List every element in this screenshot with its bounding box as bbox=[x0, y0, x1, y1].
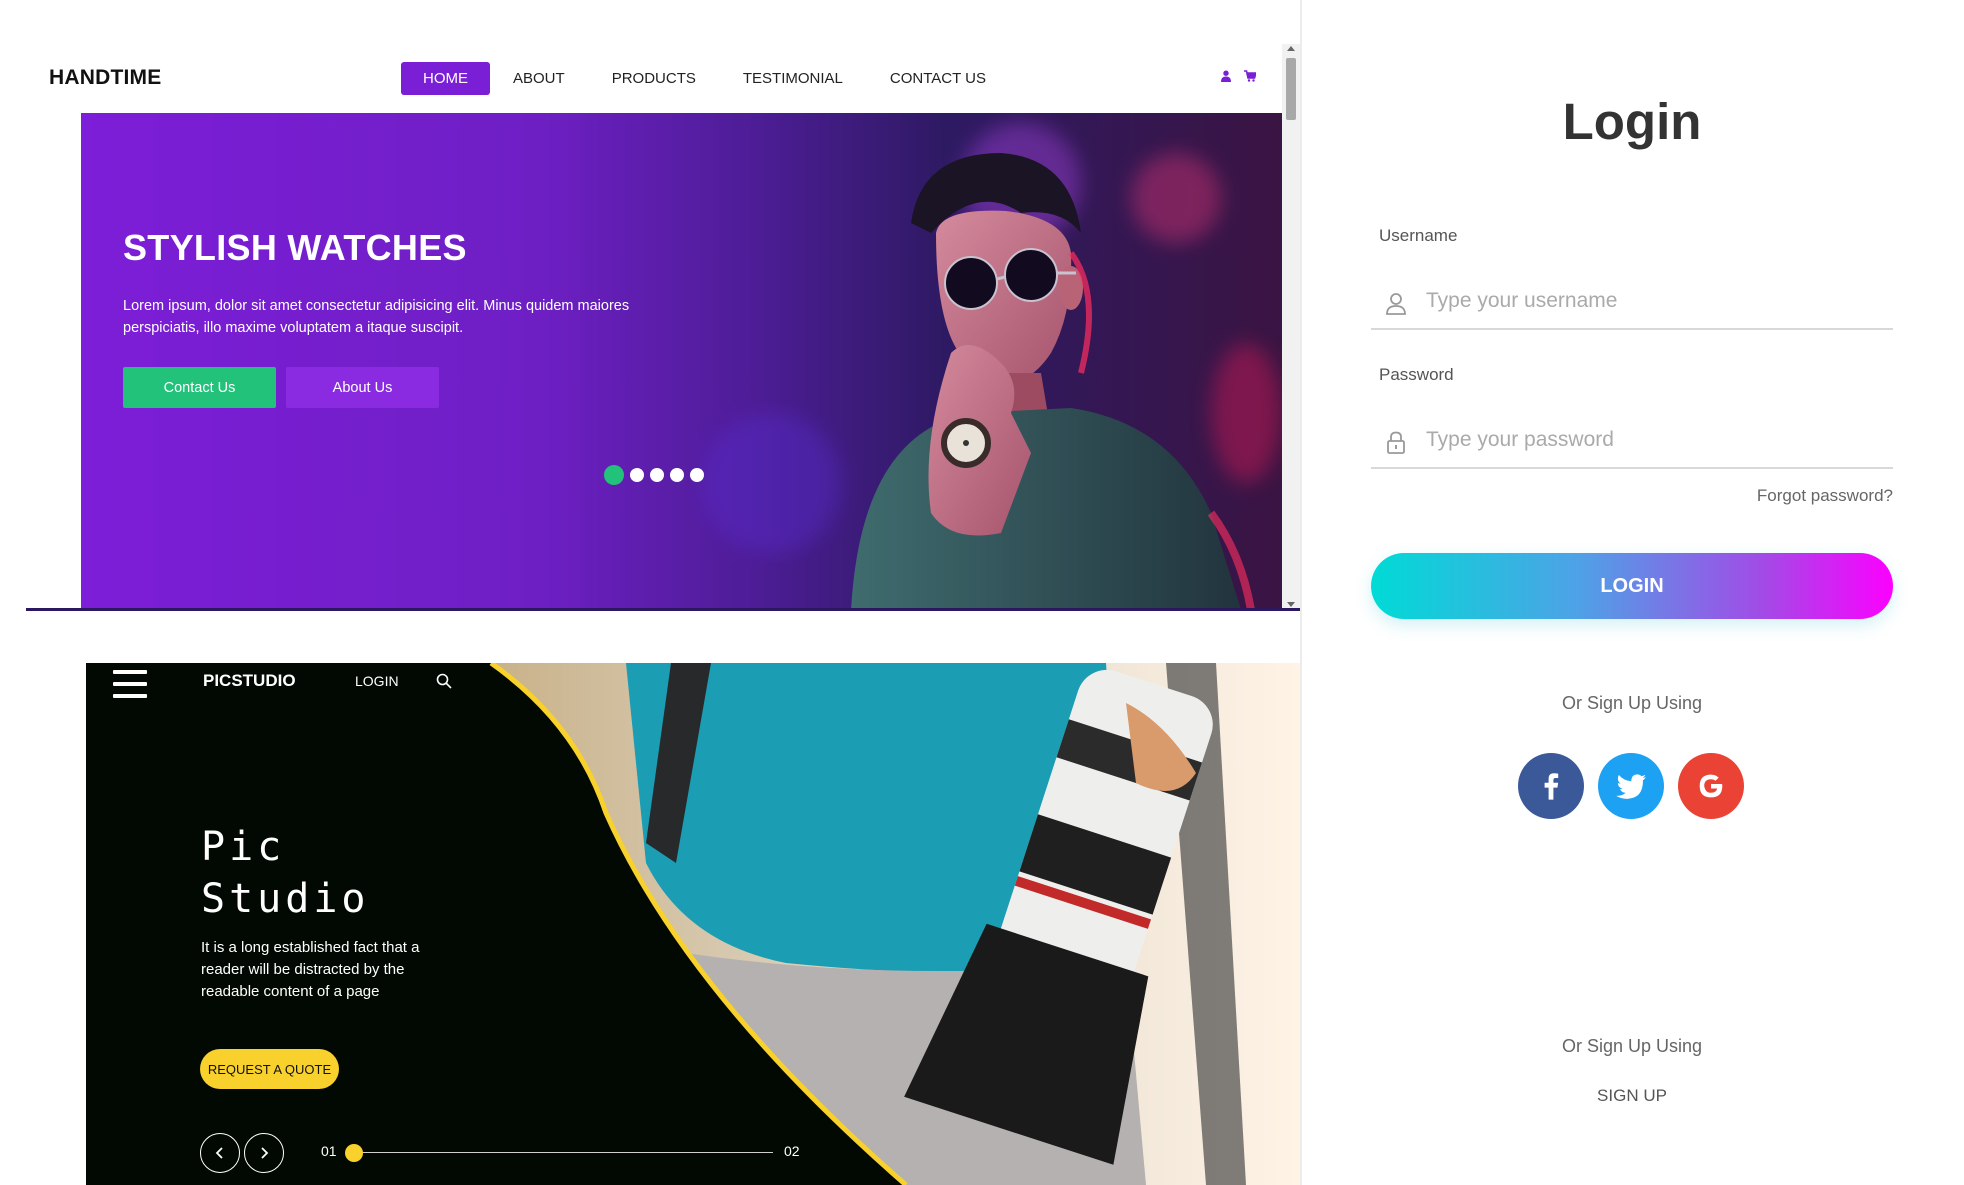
scroll-up-icon[interactable] bbox=[1287, 46, 1295, 51]
username-input[interactable] bbox=[1426, 284, 1866, 318]
picstudio-preview: PICSTUDIO LOGIN Pic Studio It is a long … bbox=[86, 663, 1300, 1185]
slider-dot[interactable] bbox=[650, 468, 664, 482]
slider-dot[interactable] bbox=[604, 465, 624, 485]
prev-slide-button[interactable] bbox=[200, 1133, 240, 1173]
forgot-password-link[interactable]: Forgot password? bbox=[1300, 486, 1893, 506]
username-field-wrapper bbox=[1371, 270, 1893, 330]
user-icon bbox=[1385, 292, 1407, 316]
hero-title: STYLISH WATCHES bbox=[123, 227, 467, 268]
nav-contact[interactable]: CONTACT US bbox=[890, 70, 986, 87]
scrollbar-thumb[interactable] bbox=[1286, 58, 1296, 120]
hamburger-menu-icon[interactable] bbox=[113, 670, 147, 698]
handtime-preview: HANDTIME HOME ABOUT PRODUCTS TESTIMONIAL… bbox=[26, 44, 1300, 613]
chevron-right-icon bbox=[261, 1147, 269, 1159]
divider bbox=[26, 608, 1300, 611]
slider-dots bbox=[604, 465, 704, 485]
slide-progress-track[interactable] bbox=[351, 1152, 773, 1153]
main-nav: HOME ABOUT PRODUCTS TESTIMONIAL CONTACT … bbox=[401, 62, 1033, 95]
password-field-wrapper bbox=[1371, 409, 1893, 469]
about-us-button[interactable]: About Us bbox=[286, 367, 439, 408]
search-icon[interactable] bbox=[436, 673, 452, 689]
scrollbar[interactable] bbox=[1282, 44, 1300, 610]
model-photo bbox=[851, 153, 1255, 610]
slider-dot[interactable] bbox=[670, 468, 684, 482]
nav-testimonial[interactable]: TESTIMONIAL bbox=[743, 70, 843, 87]
sign-up-link[interactable]: SIGN UP bbox=[1300, 1086, 1964, 1106]
brand-logo[interactable]: PICSTUDIO bbox=[203, 671, 296, 691]
header-icons bbox=[1220, 69, 1258, 82]
password-label: Password bbox=[1379, 365, 1454, 384]
request-quote-button[interactable]: REQUEST A QUOTE bbox=[200, 1049, 339, 1089]
hero-title-line: Pic bbox=[201, 824, 286, 870]
login-button[interactable]: LOGIN bbox=[1371, 553, 1893, 619]
scroll-down-icon[interactable] bbox=[1287, 602, 1295, 607]
login-link[interactable]: LOGIN bbox=[355, 673, 399, 689]
twitter-icon[interactable] bbox=[1598, 753, 1664, 819]
hero-text: Lorem ipsum, dolor sit amet consectetur … bbox=[123, 298, 630, 336]
cart-icon[interactable] bbox=[1244, 69, 1258, 82]
divider bbox=[1300, 0, 1302, 1185]
hero-title: Pic Studio bbox=[201, 821, 370, 925]
slider-dot[interactable] bbox=[630, 468, 644, 482]
chevron-left-icon bbox=[215, 1147, 223, 1159]
facebook-icon[interactable] bbox=[1518, 753, 1584, 819]
contact-us-button[interactable]: Contact Us bbox=[123, 367, 276, 408]
hero-banner: STYLISH WATCHES Lorem ipsum, dolor sit a… bbox=[81, 113, 1282, 610]
nav-products[interactable]: PRODUCTS bbox=[612, 70, 696, 87]
slide-end-number: 02 bbox=[784, 1143, 800, 1159]
social-signup-label: Or Sign Up Using bbox=[1561, 1036, 1703, 1056]
lock-icon bbox=[1385, 431, 1407, 455]
username-label: Username bbox=[1379, 226, 1458, 245]
slide-start-number: 01 bbox=[321, 1143, 337, 1159]
slide-progress-knob[interactable] bbox=[345, 1144, 363, 1162]
nav-about[interactable]: ABOUT bbox=[513, 70, 565, 87]
brand-logo[interactable]: HANDTIME bbox=[49, 66, 161, 90]
login-preview: Login Username Password Forgot password?… bbox=[1300, 0, 1964, 1185]
password-input[interactable] bbox=[1426, 423, 1866, 457]
user-icon[interactable] bbox=[1220, 69, 1232, 82]
google-icon[interactable] bbox=[1678, 753, 1744, 819]
slider-dot[interactable] bbox=[690, 468, 704, 482]
nav-home[interactable]: HOME bbox=[401, 62, 490, 95]
next-slide-button[interactable] bbox=[244, 1133, 284, 1173]
social-signup-label: Or Sign Up Using bbox=[1561, 693, 1703, 713]
social-login-group bbox=[1518, 753, 1744, 819]
login-title: Login bbox=[1562, 93, 1702, 150]
hero-title-line: Studio bbox=[201, 876, 370, 922]
hero-description: It is a long established fact that a rea… bbox=[201, 939, 420, 1000]
